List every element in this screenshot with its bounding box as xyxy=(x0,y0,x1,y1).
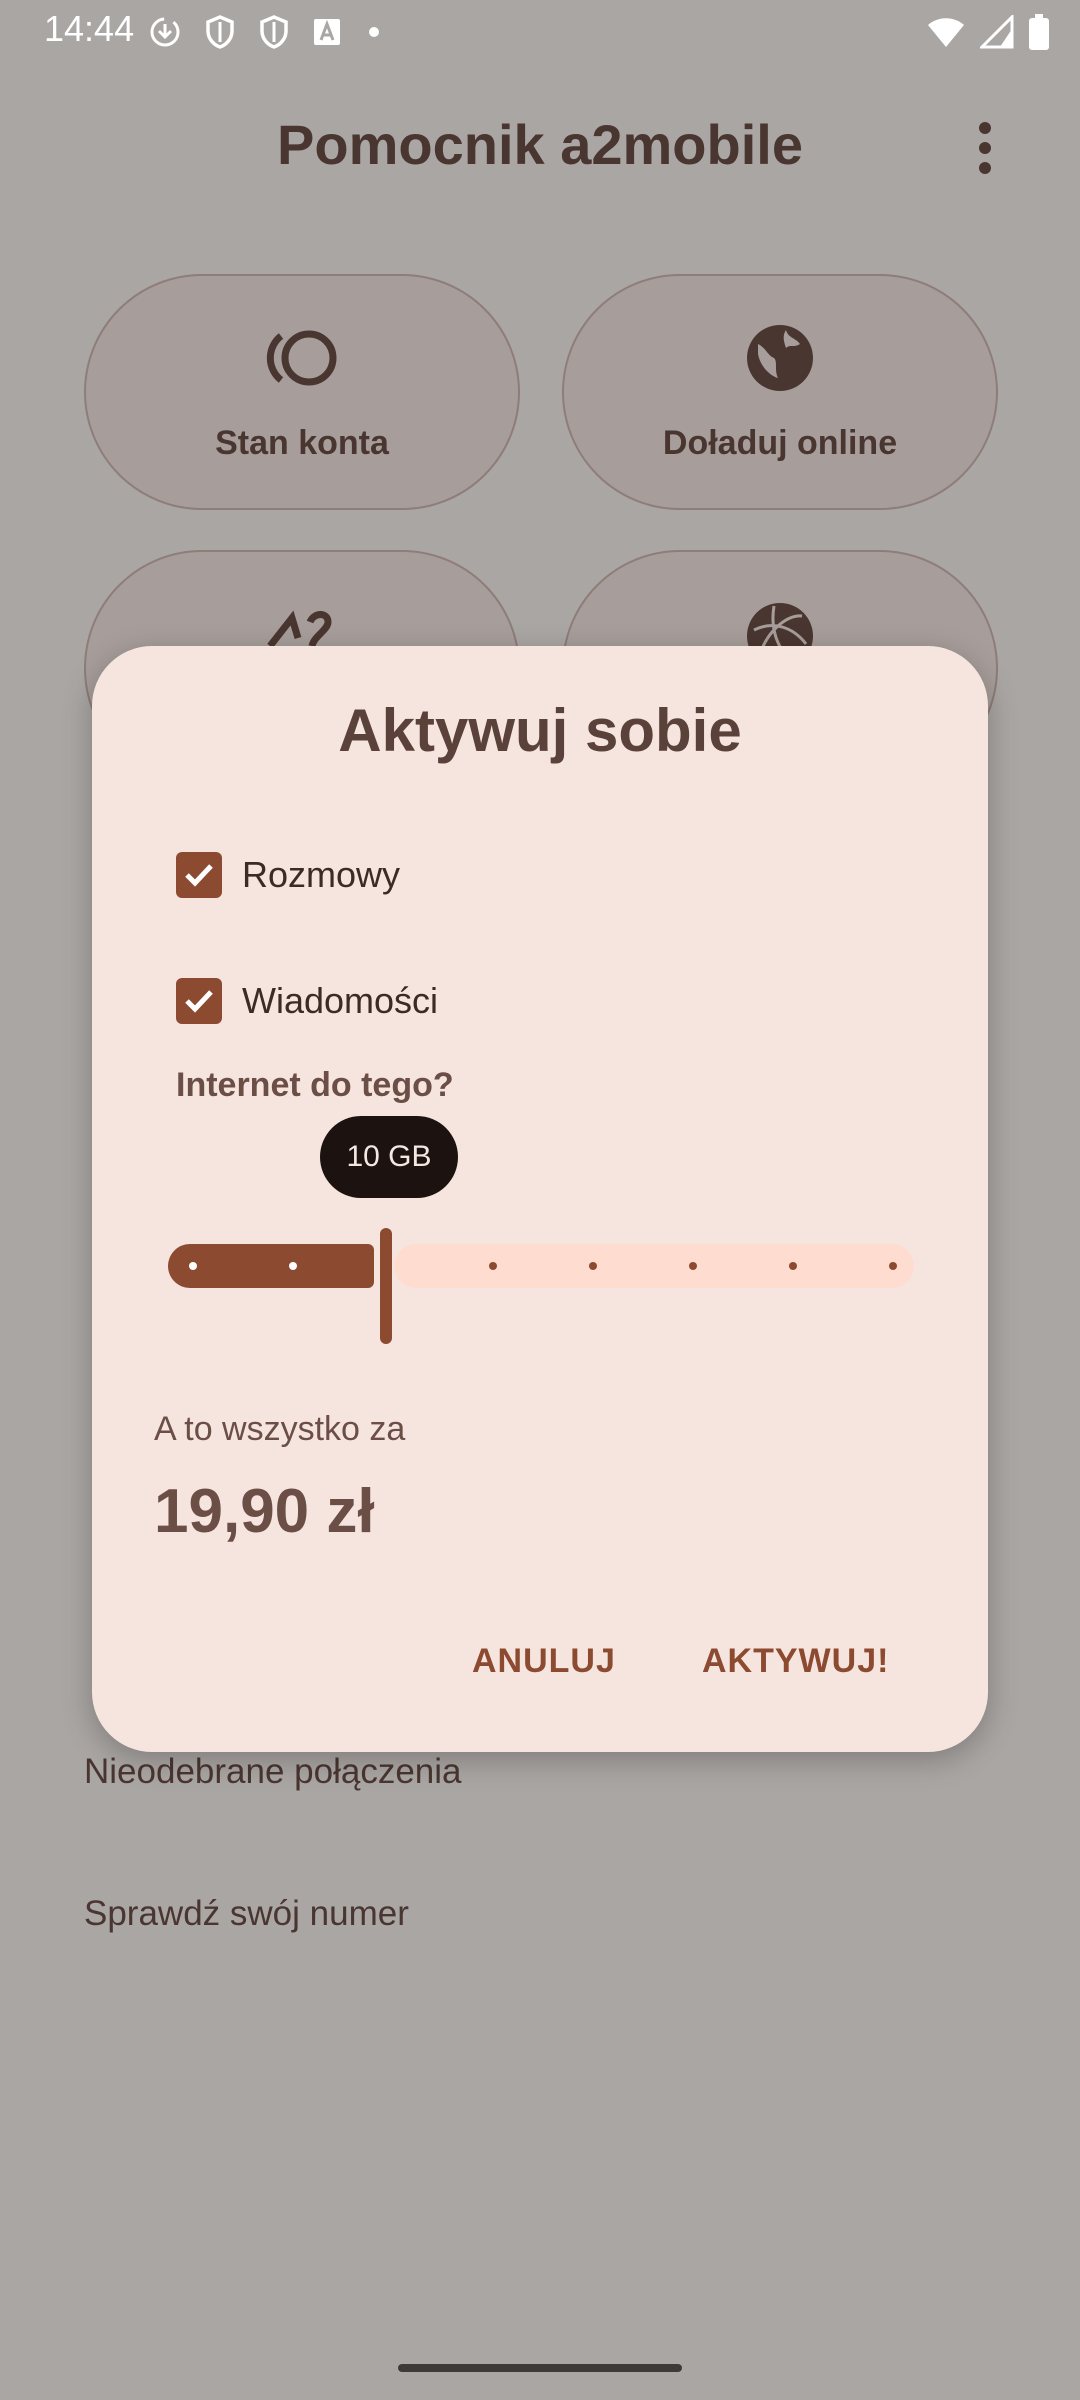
font-a-icon xyxy=(314,19,340,45)
checkbox-checked[interactable] xyxy=(176,978,222,1024)
slider-tick xyxy=(889,1262,897,1270)
refresh-ring-icon xyxy=(266,330,337,386)
signal-icon xyxy=(980,15,1014,49)
price-value: 19,90 zł xyxy=(154,1477,375,1546)
option-label: Rozmowy xyxy=(242,854,401,895)
status-time: 14:44 xyxy=(44,8,135,49)
cancel-button[interactable]: ANULUJ xyxy=(462,1632,626,1691)
slider-track-active[interactable] xyxy=(168,1244,374,1288)
slider-tick xyxy=(489,1262,497,1270)
slider-tick xyxy=(289,1262,297,1270)
overflow-menu-button[interactable] xyxy=(960,118,1010,178)
internet-label: Internet do tego? xyxy=(176,1066,454,1104)
slider-tick xyxy=(689,1262,697,1270)
activate-dialog: Aktywuj sobie Rozmowy Wiadomości Interne… xyxy=(92,646,988,1752)
internet-slider[interactable]: 10 GB xyxy=(168,1116,914,1344)
tile-account-balance[interactable]: Stan konta xyxy=(84,274,520,510)
dot-icon xyxy=(369,27,379,37)
option-calls[interactable]: Rozmowy xyxy=(176,852,400,898)
dialog-title: Aktywuj sobie xyxy=(338,697,742,764)
slider-tick xyxy=(789,1262,797,1270)
download-icon xyxy=(150,17,180,47)
tile-label: Stan konta xyxy=(215,424,389,462)
check-icon xyxy=(185,990,213,1013)
more-vert-icon xyxy=(979,122,991,174)
navigation-handle[interactable] xyxy=(398,2364,682,2372)
shield-icon xyxy=(260,15,288,49)
battery-icon xyxy=(1029,14,1049,50)
status-bar: 14:44 xyxy=(0,0,1080,60)
slider-thumb[interactable] xyxy=(380,1228,392,1344)
option-messages[interactable]: Wiadomości xyxy=(176,978,438,1024)
slider-tick xyxy=(589,1262,597,1270)
app-title: Pomocnik a2mobile xyxy=(277,113,803,176)
tile-top-up-online[interactable]: Doładuj online xyxy=(562,274,998,510)
wifi-icon xyxy=(928,18,964,47)
globe-icon xyxy=(747,325,813,391)
option-label: Wiadomości xyxy=(242,980,439,1021)
list-item-check-number[interactable]: Sprawdź swój numer xyxy=(84,1894,409,1934)
tile-label: Doładuj online xyxy=(662,424,898,462)
checkbox-checked[interactable] xyxy=(176,852,222,898)
system-icons xyxy=(926,14,1050,50)
shield-icon xyxy=(206,15,234,49)
notification-icons xyxy=(148,14,384,50)
a2-logo-icon xyxy=(267,610,332,648)
slider-value-tooltip: 10 GB xyxy=(320,1116,458,1198)
list-item-missed-calls[interactable]: Nieodebrane połączenia xyxy=(84,1752,462,1792)
price-label: A to wszystko za xyxy=(154,1410,406,1448)
activate-button[interactable]: AKTYWUJ! xyxy=(692,1632,899,1691)
slider-tick xyxy=(189,1262,197,1270)
check-icon xyxy=(185,864,213,887)
slider-track-inactive[interactable] xyxy=(394,1244,914,1288)
